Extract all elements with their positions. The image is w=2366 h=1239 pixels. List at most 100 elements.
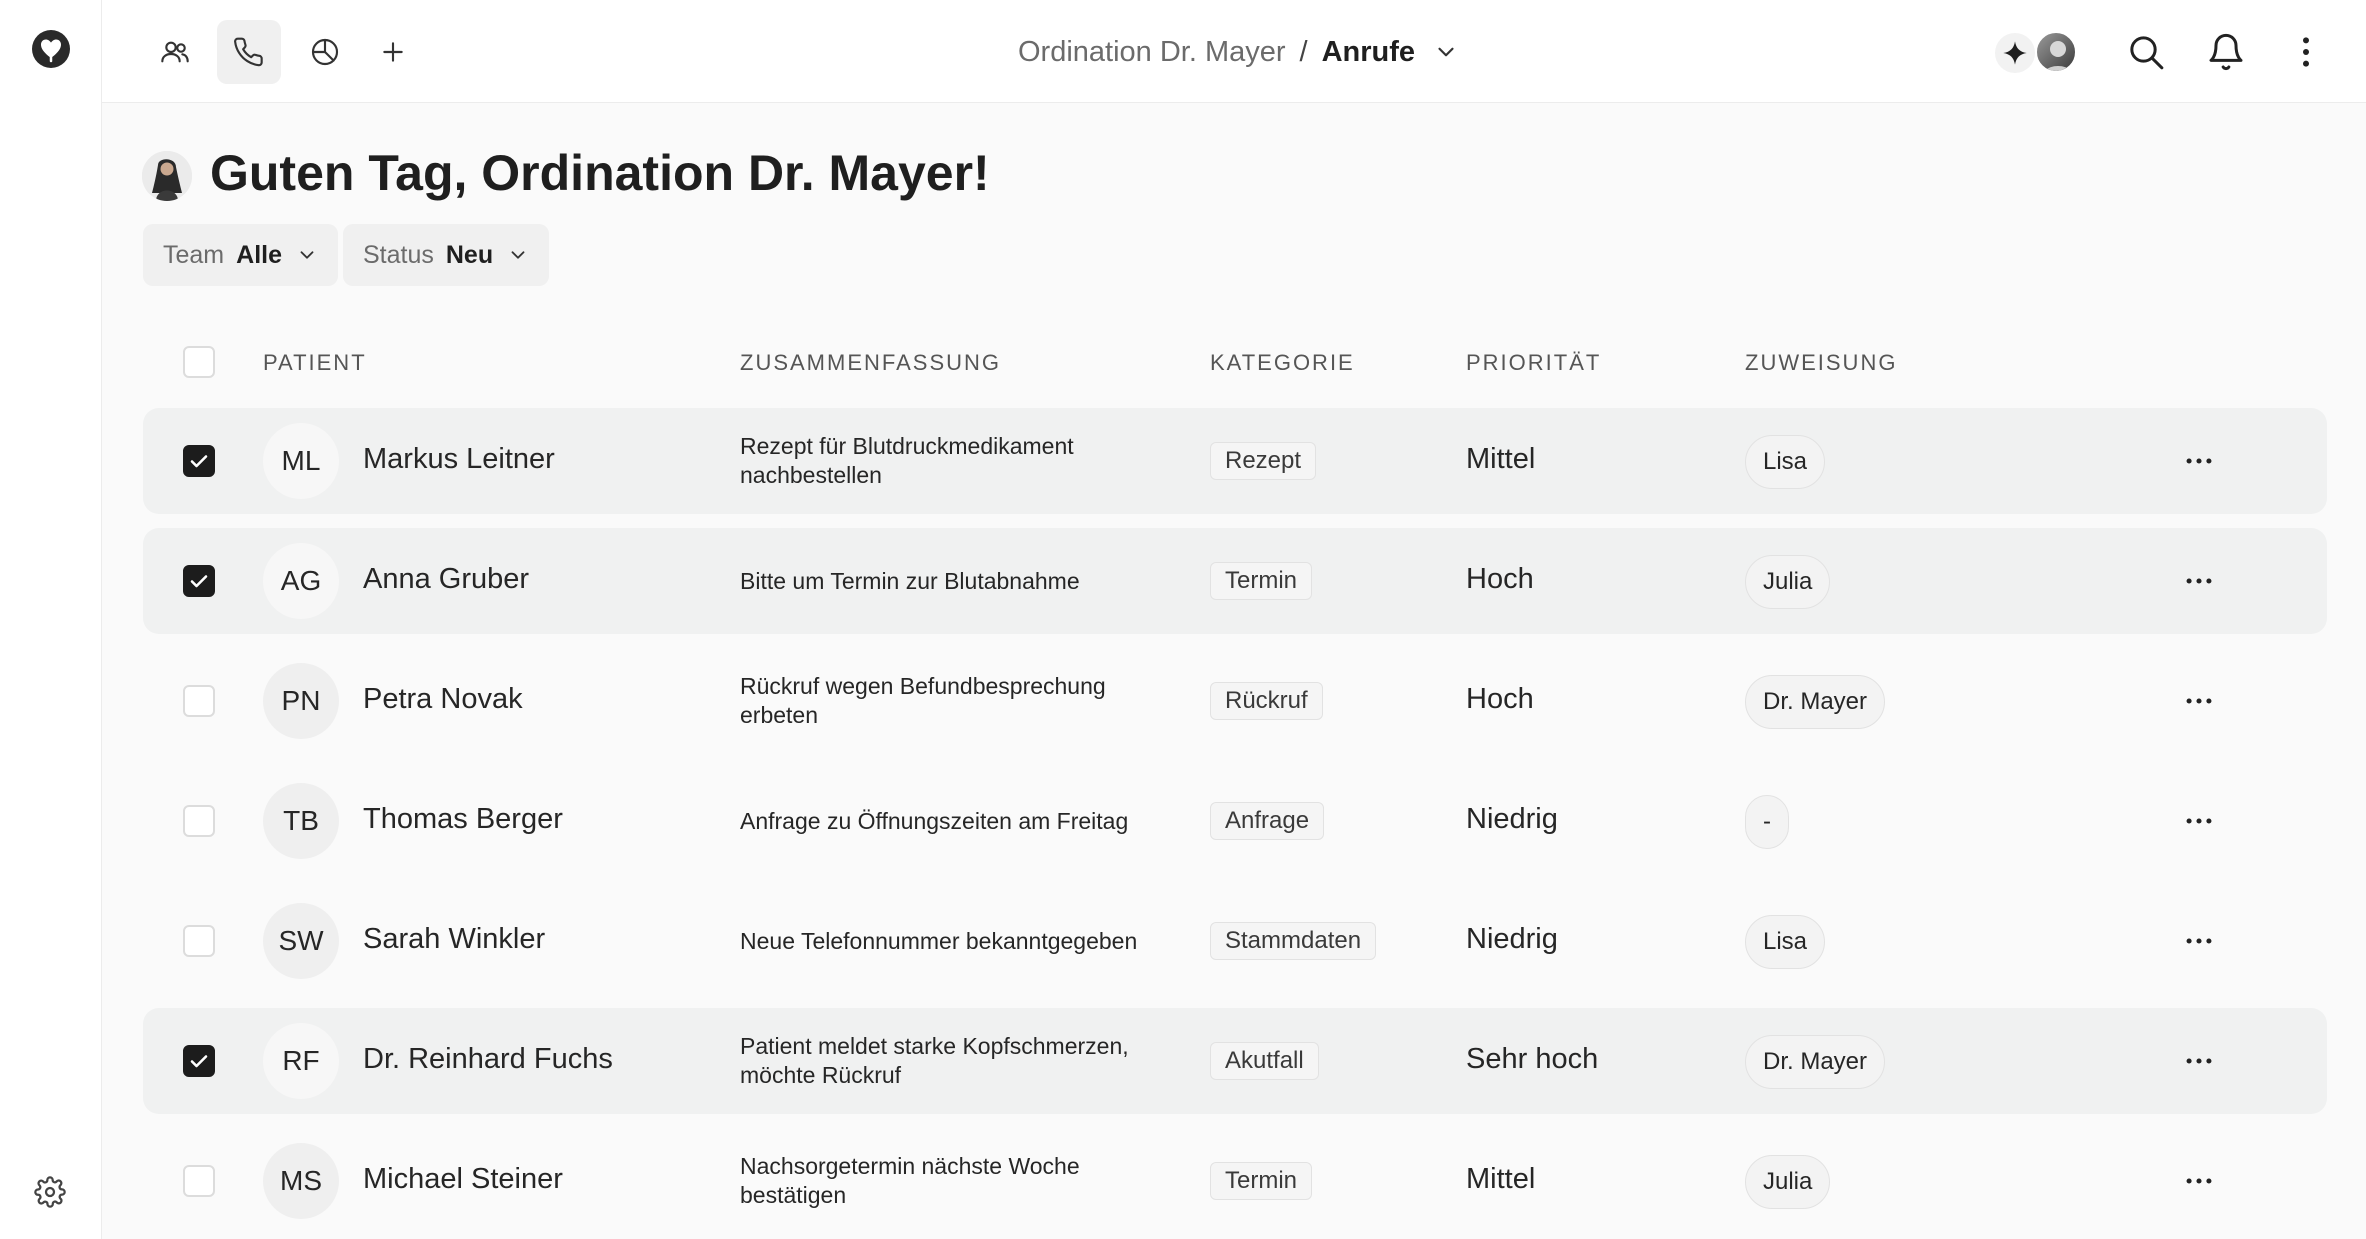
patient-name[interactable]: Sarah Winkler [363, 923, 545, 956]
row-checkbox[interactable] [183, 925, 215, 957]
patient-name[interactable]: Thomas Berger [363, 803, 563, 836]
patient-initials-avatar: AG [263, 543, 339, 619]
assignee-pill[interactable]: Lisa [1745, 435, 1826, 489]
patient-name[interactable]: Anna Gruber [363, 563, 529, 596]
search-icon[interactable] [2126, 32, 2166, 72]
category-tag: Anfrage [1210, 802, 1325, 840]
status-filter-label: Status [363, 240, 434, 269]
row-actions-button[interactable] [2179, 565, 2219, 597]
assignee-pill[interactable]: - [1745, 795, 1789, 849]
row-checkbox[interactable] [183, 805, 215, 837]
heart-stethoscope-icon[interactable] [29, 27, 73, 71]
team-filter[interactable]: Team Alle [143, 224, 338, 286]
users-icon [161, 41, 189, 63]
call-summary: Rückruf wegen Befundbesprechung erbeten [740, 648, 1160, 754]
assignee-pill[interactable]: Julia [1745, 555, 1831, 609]
top-bar: Ordination Dr. Mayer / Anrufe [102, 0, 2366, 103]
table-row[interactable]: MS Michael Steiner Nachsorgetermin nächs… [143, 1128, 2327, 1234]
assignee-pill[interactable]: Lisa [1745, 915, 1826, 969]
assignee-pill[interactable]: Dr. Mayer [1745, 1035, 1886, 1089]
assignee-pill[interactable]: Julia [1745, 1155, 1831, 1209]
more-horizontal-icon [2186, 818, 2212, 824]
category-tag: Termin [1210, 562, 1313, 600]
breadcrumb: Ordination Dr. Mayer / Anrufe [1018, 28, 1459, 76]
assignee-pill[interactable]: Dr. Mayer [1745, 675, 1886, 729]
row-actions-button[interactable] [2179, 685, 2219, 717]
call-summary: Neue Telefonnummer bekanntgegeben [740, 888, 1160, 994]
nav-analytics-button[interactable] [293, 20, 357, 84]
table-row[interactable]: ML Markus Leitner Rezept für Blutdruckme… [143, 408, 2327, 514]
calls-table-body: ML Markus Leitner Rezept für Blutdruckme… [143, 408, 2327, 1239]
check-icon [190, 1055, 208, 1068]
patient-initials-avatar: MS [263, 1143, 339, 1219]
nav-patients-button[interactable] [143, 20, 207, 84]
row-checkbox[interactable] [183, 1165, 215, 1197]
table-header: PATIENT ZUSAMMENFASSUNG KATEGORIE PRIORI… [143, 338, 2327, 386]
add-button[interactable] [361, 20, 425, 84]
more-horizontal-icon [2186, 458, 2212, 464]
row-checkbox[interactable] [183, 1045, 215, 1077]
row-checkbox[interactable] [183, 565, 215, 597]
patient-initials-avatar: RF [263, 1023, 339, 1099]
chevron-down-icon[interactable] [1433, 39, 1459, 65]
table-row[interactable]: RF Dr. Reinhard Fuchs Patient meldet sta… [143, 1008, 2327, 1114]
priority-value: Sehr hoch [1466, 1043, 1599, 1075]
row-checkbox[interactable] [183, 685, 215, 717]
page-title: Guten Tag, Ordination Dr. Mayer! [210, 145, 990, 201]
pie-chart-icon [311, 38, 339, 66]
call-summary-text: Rezept für Blutdruckmedikament nachbeste… [740, 433, 1074, 488]
call-summary-text: Rückruf wegen Befundbesprechung erbeten [740, 673, 1106, 728]
category-tag: Stammdaten [1210, 922, 1377, 960]
patient-name[interactable]: Michael Steiner [363, 1163, 563, 1196]
call-summary-text: Neue Telefonnummer bekanntgegeben [740, 927, 1138, 954]
column-header-category[interactable]: KATEGORIE [1210, 350, 1355, 376]
call-summary: Patient meldet starke Kopfschmerzen, möc… [740, 1008, 1160, 1114]
select-all-checkbox[interactable] [183, 346, 215, 378]
table-row[interactable]: AG Anna Gruber Bitte um Termin zur Bluta… [143, 528, 2327, 634]
call-summary-text: Patient meldet starke Kopfschmerzen, möc… [740, 1033, 1129, 1088]
row-checkbox[interactable] [183, 445, 215, 477]
nav-calls-button[interactable] [217, 20, 281, 84]
bell-icon[interactable] [2206, 32, 2246, 72]
row-actions-button[interactable] [2179, 925, 2219, 957]
table-row[interactable]: TB Thomas Berger Anfrage zu Öffnungszeit… [143, 768, 2327, 874]
patient-name[interactable]: Dr. Reinhard Fuchs [363, 1043, 613, 1076]
category-tag: Rückruf [1210, 682, 1323, 720]
call-summary: Anfrage zu Öffnungszeiten am Freitag [740, 768, 1160, 874]
status-filter[interactable]: Status Neu [343, 224, 550, 286]
left-rail [0, 0, 102, 1239]
patient-name[interactable]: Petra Novak [363, 683, 523, 716]
column-header-summary[interactable]: ZUSAMMENFASSUNG [740, 350, 1001, 376]
column-header-patient[interactable]: PATIENT [263, 350, 367, 376]
team-filter-label: Team [163, 240, 225, 269]
priority-value: Mittel [1466, 443, 1536, 475]
row-actions-button[interactable] [2179, 445, 2219, 477]
breadcrumb-practice[interactable]: Ordination Dr. Mayer [1018, 36, 1286, 69]
more-vertical-icon[interactable] [2286, 32, 2326, 72]
column-header-assignment[interactable]: ZUWEISUNG [1745, 350, 1897, 376]
team-filter-value: Alle [236, 240, 282, 269]
table-row[interactable]: SW Sarah Winkler Neue Telefonnummer beka… [143, 888, 2327, 994]
row-actions-button[interactable] [2179, 805, 2219, 837]
category-tag: Termin [1210, 1162, 1313, 1200]
row-actions-button[interactable] [2179, 1165, 2219, 1197]
patient-initials-avatar: ML [263, 423, 339, 499]
table-row[interactable]: PN Petra Novak Rückruf wegen Befundbespr… [143, 648, 2327, 754]
patient-initials-avatar: PN [263, 663, 339, 739]
priority-value: Mittel [1466, 1163, 1536, 1195]
check-icon [190, 575, 208, 588]
call-summary: Rezept für Blutdruckmedikament nachbeste… [740, 408, 1160, 514]
check-icon [190, 455, 208, 468]
patient-initials-avatar: TB [263, 783, 339, 859]
row-actions-button[interactable] [2179, 1045, 2219, 1077]
more-horizontal-icon [2186, 698, 2212, 704]
patient-name[interactable]: Markus Leitner [363, 443, 555, 476]
avatar [2035, 31, 2077, 73]
breadcrumb-section[interactable]: Anrufe [1322, 36, 1415, 69]
column-header-priority[interactable]: PRIORITÄT [1466, 350, 1601, 376]
avatar[interactable] [142, 151, 192, 201]
priority-value: Niedrig [1466, 803, 1558, 835]
ai-assistant-button[interactable] [1995, 29, 2085, 75]
call-summary: Nachsorgetermin nächste Woche bestätigen [740, 1128, 1160, 1234]
gear-icon[interactable] [34, 1176, 66, 1208]
